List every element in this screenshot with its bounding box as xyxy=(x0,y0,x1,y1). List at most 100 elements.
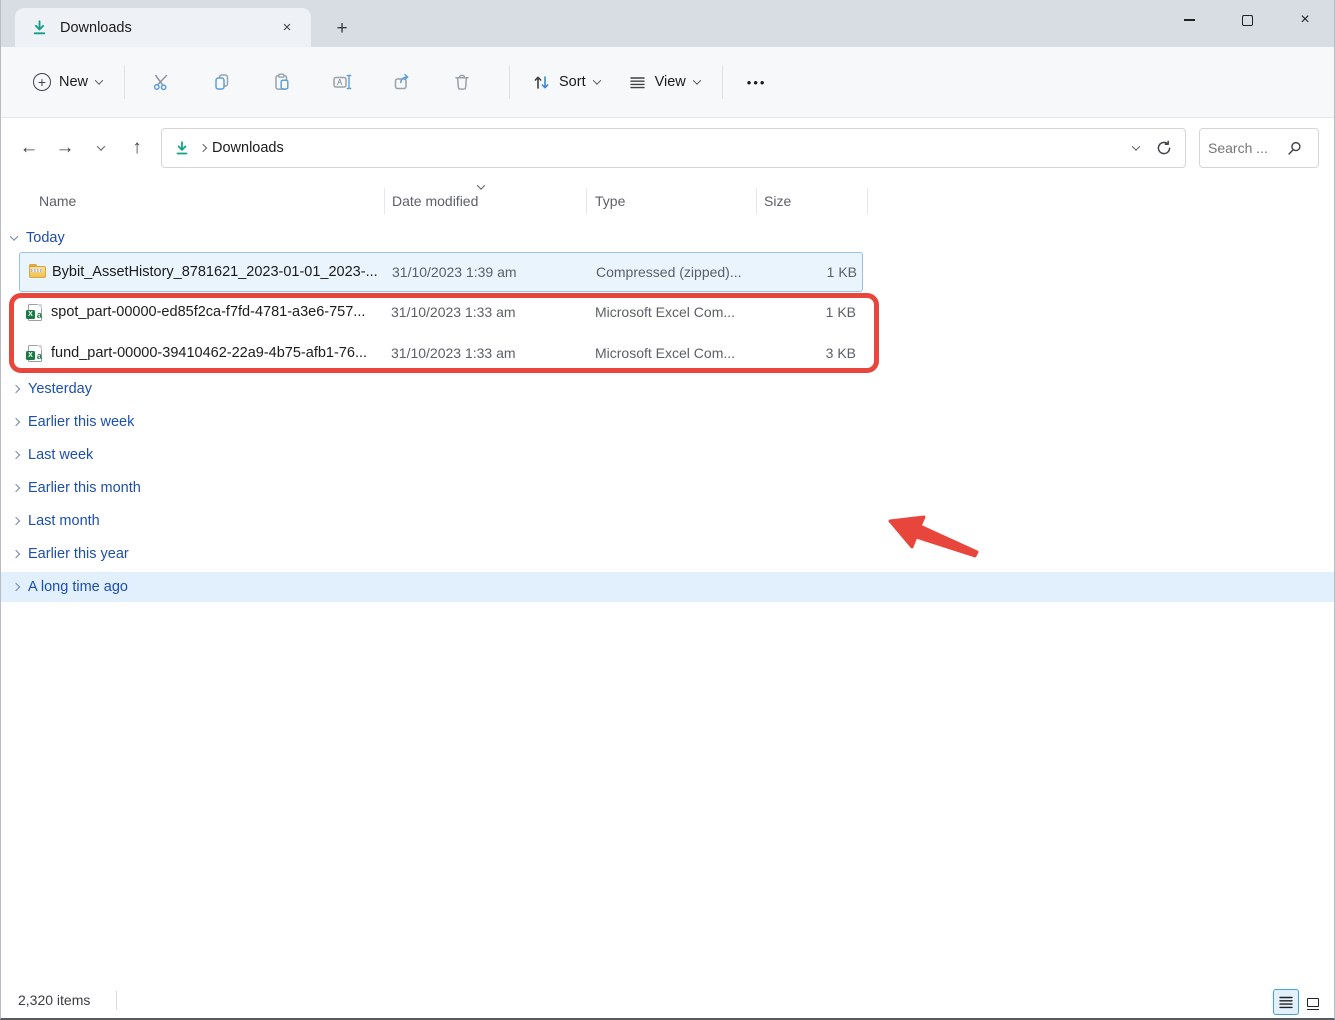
file-size: 3 KB xyxy=(771,345,856,361)
chevron-right-icon xyxy=(12,517,20,525)
group-label: A long time ago xyxy=(28,579,128,595)
search-icon[interactable] xyxy=(1286,140,1303,157)
file-explorer-window: Downloads × + × New xyxy=(0,0,1335,1020)
new-button-label: New xyxy=(59,74,88,90)
chevron-down-icon xyxy=(693,76,701,84)
sort-button[interactable]: Sort xyxy=(522,65,610,100)
group-label: Yesterday xyxy=(28,381,92,397)
column-separator[interactable] xyxy=(756,188,757,214)
column-separator[interactable] xyxy=(867,188,868,214)
chevron-down-icon xyxy=(10,232,18,240)
file-date: 31/10/2023 1:39 am xyxy=(392,264,517,280)
excel-csv-icon xyxy=(28,304,42,325)
refresh-icon[interactable] xyxy=(1155,139,1173,157)
address-bar-row: ← → ↑ Downloads xyxy=(1,118,1334,178)
details-view-icon xyxy=(1279,996,1293,1009)
column-header-type[interactable]: Type xyxy=(595,193,625,209)
tab-downloads[interactable]: Downloads × xyxy=(15,8,311,47)
cut-button[interactable] xyxy=(137,60,187,104)
column-header-date-modified[interactable]: Date modified xyxy=(392,193,478,209)
file-row-bybit-zip[interactable]: Bybit_AssetHistory_8781621_2023-01-01_20… xyxy=(19,252,863,292)
view-icon xyxy=(628,73,647,92)
column-separator[interactable] xyxy=(586,188,587,214)
status-separator xyxy=(116,991,117,1010)
breadcrumb-segment[interactable]: Downloads xyxy=(212,140,284,156)
copy-icon xyxy=(212,72,232,92)
column-header-name[interactable]: Name xyxy=(39,193,76,209)
back-button[interactable]: ← xyxy=(11,130,47,166)
column-header-size[interactable]: Size xyxy=(764,193,791,209)
share-button[interactable] xyxy=(377,60,427,104)
command-toolbar: New A xyxy=(1,47,1334,118)
copy-button[interactable] xyxy=(197,60,247,104)
items-count: 2,320 items xyxy=(18,992,90,1008)
search-box[interactable] xyxy=(1199,128,1319,168)
downloads-icon xyxy=(174,140,190,156)
up-button[interactable]: ↑ xyxy=(119,130,155,166)
see-more-button[interactable]: ••• xyxy=(735,75,779,90)
forward-button[interactable]: → xyxy=(47,130,83,166)
chevron-right-icon xyxy=(199,144,207,152)
downloads-icon xyxy=(31,19,48,36)
group-label: Last month xyxy=(28,513,100,529)
group-header-today[interactable]: Today xyxy=(11,223,65,253)
close-icon: × xyxy=(1300,12,1309,28)
new-tab-button[interactable]: + xyxy=(329,17,355,41)
chevron-down-icon xyxy=(95,76,103,84)
file-type: Microsoft Excel Com... xyxy=(595,304,735,320)
paste-button[interactable] xyxy=(257,60,307,104)
share-icon xyxy=(392,72,412,92)
chevron-right-icon xyxy=(12,484,20,492)
rename-button[interactable]: A xyxy=(317,60,367,104)
file-date: 31/10/2023 1:33 am xyxy=(391,304,516,320)
cut-icon xyxy=(152,72,172,92)
toolbar-separator xyxy=(722,65,723,99)
view-button[interactable]: View xyxy=(618,65,710,100)
file-date: 31/10/2023 1:33 am xyxy=(391,345,516,361)
group-label: Earlier this year xyxy=(28,546,129,562)
file-row-fund-csv[interactable]: fund_part-00000-39410462-22a9-4b75-afb1-… xyxy=(19,334,863,374)
excel-csv-icon xyxy=(28,345,42,366)
group-header-yesterday[interactable]: Yesterday xyxy=(1,374,1334,404)
maximize-button[interactable] xyxy=(1218,0,1276,40)
file-type: Compressed (zipped)... xyxy=(596,264,742,280)
svg-text:A: A xyxy=(337,78,343,87)
details-view-toggle[interactable] xyxy=(1273,989,1299,1015)
group-header-earlier-this-week[interactable]: Earlier this week xyxy=(1,407,1334,437)
chevron-right-icon xyxy=(12,451,20,459)
minimize-button[interactable] xyxy=(1160,0,1218,40)
group-header-earlier-this-year[interactable]: Earlier this year xyxy=(1,539,1334,569)
close-button[interactable]: × xyxy=(1276,0,1334,40)
file-name: fund_part-00000-39410462-22a9-4b75-afb1-… xyxy=(51,345,367,361)
chevron-down-icon xyxy=(97,142,105,150)
file-size: 1 KB xyxy=(772,264,857,280)
tab-strip: Downloads × + × xyxy=(1,0,1334,47)
group-header-earlier-this-month[interactable]: Earlier this month xyxy=(1,473,1334,503)
group-header-last-week[interactable]: Last week xyxy=(1,440,1334,470)
address-field[interactable]: Downloads xyxy=(161,128,1186,168)
chevron-right-icon xyxy=(12,550,20,558)
tab-label: Downloads xyxy=(60,20,132,36)
maximize-icon xyxy=(1242,15,1253,26)
status-bar: 2,320 items xyxy=(1,984,1334,1018)
chevron-right-icon xyxy=(12,385,20,393)
search-input[interactable] xyxy=(1208,140,1286,156)
group-header-last-month[interactable]: Last month xyxy=(1,506,1334,536)
column-separator[interactable] xyxy=(384,188,385,214)
toolbar-separator xyxy=(509,65,510,99)
sort-button-label: Sort xyxy=(559,74,586,90)
file-row-spot-csv[interactable]: spot_part-00000-ed85f2ca-f7fd-4781-a3e6-… xyxy=(19,293,863,333)
file-name: spot_part-00000-ed85f2ca-f7fd-4781-a3e6-… xyxy=(51,304,365,320)
tab-close-icon[interactable]: × xyxy=(275,16,299,40)
file-list-area: Name Date modified Type Size Today Bybit… xyxy=(1,178,1334,985)
large-icons-view-toggle[interactable] xyxy=(1300,989,1326,1015)
delete-button[interactable] xyxy=(437,60,487,104)
group-header-a-long-time-ago[interactable]: A long time ago xyxy=(1,572,1334,602)
rename-icon: A xyxy=(331,72,353,92)
new-button[interactable]: New xyxy=(23,65,112,99)
sort-ascending-indicator-icon xyxy=(477,181,485,189)
group-label: Earlier this week xyxy=(28,414,134,430)
address-dropdown-icon[interactable] xyxy=(1132,142,1140,150)
recent-locations-button[interactable] xyxy=(83,130,119,166)
paste-icon xyxy=(272,72,292,92)
